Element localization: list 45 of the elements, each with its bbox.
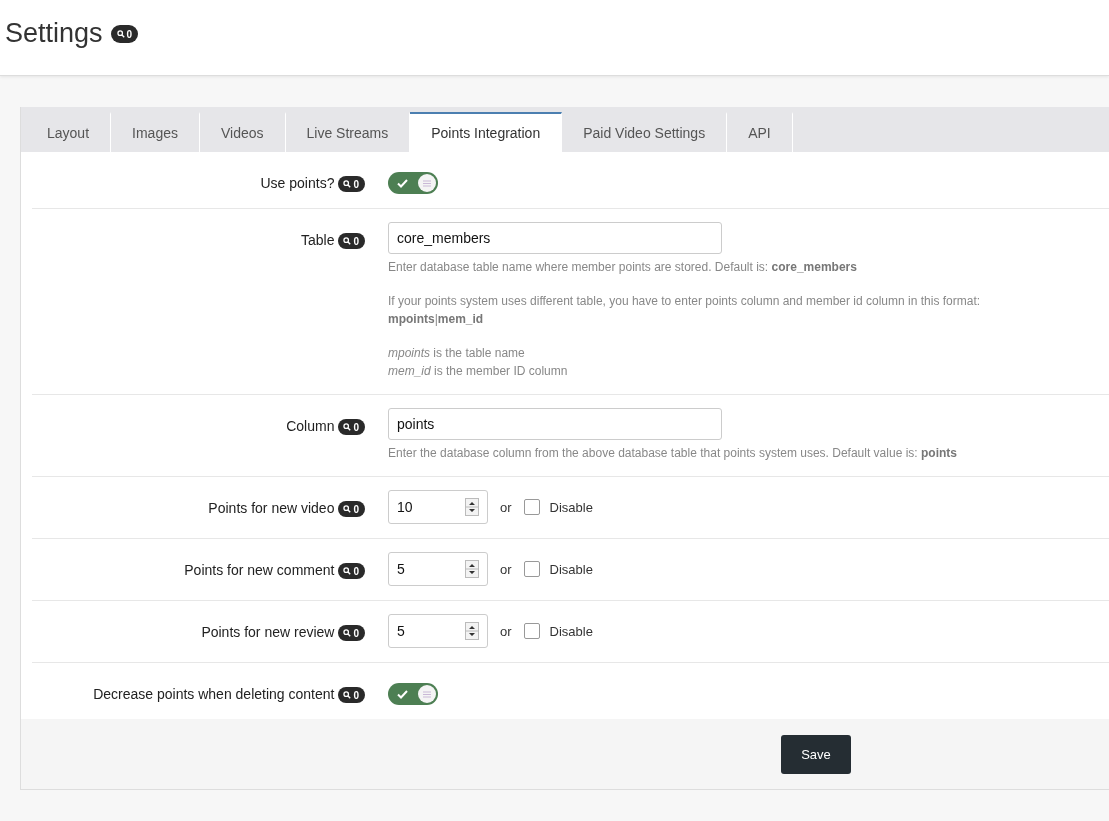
help-text: Enter the database column from the above database table that points system uses. Default value is: points — [388, 445, 957, 462]
spinner-icon[interactable] — [465, 498, 479, 516]
help-text: Enter database table name where member points are stored. Default is: core_members — [388, 259, 858, 276]
grip-lines-icon — [423, 690, 431, 698]
checkbox[interactable] — [523, 561, 540, 577]
grip-lines-icon — [423, 179, 431, 187]
check-icon — [397, 178, 408, 188]
checkbox[interactable] — [523, 623, 540, 639]
number-input[interactable]: 10 — [388, 490, 488, 524]
search-count-badge[interactable]: 0 — [338, 687, 365, 703]
checkbox-label[interactable]: Disable — [549, 499, 593, 515]
search-count-badge[interactable]: 0 — [110, 25, 139, 43]
spinner-icon[interactable] — [465, 560, 479, 578]
help-text: If your points system uses different table, you have to enter points column and member id column in this format: mpoints|mem_id — [388, 293, 981, 328]
search-count-badge[interactable]: 0 — [338, 625, 365, 641]
search-count-badge[interactable]: 0 — [338, 176, 365, 192]
spinner-icon[interactable] — [465, 622, 479, 640]
checkbox-label[interactable]: Disable — [549, 623, 593, 639]
checkbox[interactable] — [523, 499, 540, 515]
checkbox-label[interactable]: Disable — [549, 561, 593, 577]
check-icon — [397, 689, 408, 699]
search-count-badge[interactable]: 0 — [338, 233, 365, 249]
field-label: Decrease points when deleting content — [93, 686, 335, 702]
field-label: Points for new video — [208, 500, 335, 516]
search-count-badge[interactable]: 0 — [338, 563, 365, 579]
page-title: Settings — [5, 17, 103, 49]
save-button[interactable]: Save — [781, 734, 851, 774]
or-text: or — [500, 561, 512, 577]
field-label: Points for new review — [201, 624, 335, 640]
text-input[interactable]: core_members — [388, 222, 722, 254]
or-text: or — [500, 499, 512, 515]
toggle-switch[interactable] — [388, 172, 438, 194]
toggle-switch[interactable] — [388, 683, 438, 705]
tab[interactable]: Points Integration — [410, 112, 563, 152]
field-label: Points for new comment — [184, 562, 335, 578]
field-label: Column — [286, 418, 335, 434]
field-label: Use points? — [260, 175, 335, 191]
text-input[interactable]: points — [388, 408, 722, 440]
number-input[interactable]: 5 — [388, 614, 488, 648]
number-input[interactable]: 5 — [388, 552, 488, 586]
or-text: or — [500, 623, 512, 639]
field-label: Table — [300, 232, 335, 248]
search-count-badge[interactable]: 0 — [338, 501, 365, 517]
help-text: mpoints is the table name mem_id is the member ID column — [388, 345, 569, 380]
search-count-badge[interactable]: 0 — [338, 419, 365, 435]
